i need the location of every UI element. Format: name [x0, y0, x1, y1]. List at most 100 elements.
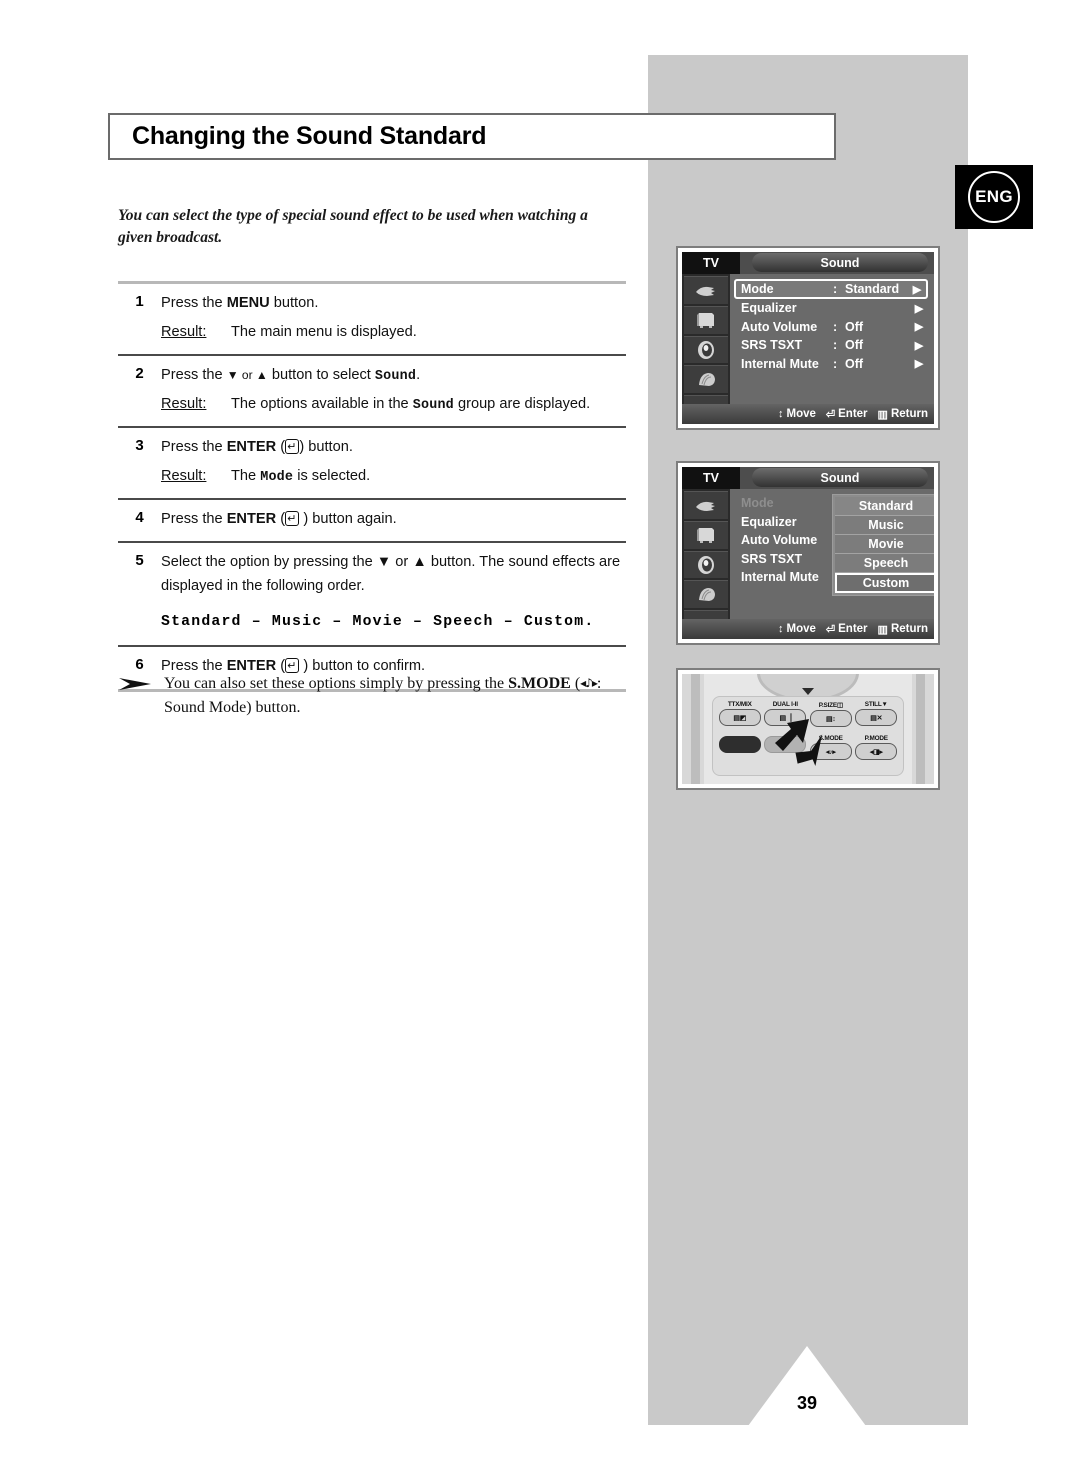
note-paren-open: (: [570, 675, 581, 692]
features-icon[interactable]: [684, 365, 728, 394]
remote-button-dual[interactable]: DUAL I-II ▤▕: [763, 701, 809, 735]
instruction-suffix: button.: [269, 295, 319, 311]
osd-row-auto-volume[interactable]: Auto Volume : Off ▶: [736, 318, 928, 337]
option-speech[interactable]: Speech: [835, 554, 934, 573]
step-2: 2 Press the ▼ or ▲ button to select Soun…: [118, 356, 626, 426]
remote-button-smode[interactable]: S.MODE ◂♪▸: [808, 735, 854, 769]
remote-button-blank-1[interactable]: [717, 735, 763, 769]
step-instruction: Press the ENTER (↵) button.: [161, 438, 353, 455]
result-prefix: The options available in the: [231, 395, 413, 412]
osd-row-internal-mute[interactable]: Internal Mute : Off ▶: [736, 355, 928, 374]
note-arrow-icon: [118, 672, 164, 720]
remote-button-ttxmix[interactable]: TTX/MIX ▤◩: [717, 701, 763, 735]
result-text: The Mode is selected.: [231, 465, 626, 489]
option-music[interactable]: Music: [835, 516, 934, 535]
step-number: 4: [135, 508, 144, 526]
row-label: Mode: [741, 496, 774, 511]
result-label: Result:: [161, 323, 207, 340]
option-custom[interactable]: Custom: [835, 573, 934, 593]
instruction-prefix: Press the: [161, 438, 227, 455]
osd-topbar: TV Sound: [682, 252, 934, 274]
intro-paragraph: You can select the type of special sound…: [118, 207, 588, 246]
smode-icon: ◂♪▸: [809, 743, 852, 760]
updown-arrow-icon: ↕: [778, 408, 784, 420]
button-label: P.MODE: [864, 735, 888, 742]
osd-tv-label: TV: [682, 467, 740, 489]
updown-arrow-icon: ▼ or ▲: [226, 367, 268, 382]
row-value: Off: [845, 338, 864, 353]
result-label: Result:: [161, 395, 207, 412]
sound-icon[interactable]: [684, 550, 728, 579]
result-suffix: group are displayed.: [453, 395, 591, 412]
step-number: 3: [135, 436, 144, 454]
step-body: Select the option by pressing the ▼ or ▲…: [161, 551, 626, 635]
input-source-icon[interactable]: [684, 276, 728, 304]
footer-label: Move: [786, 408, 816, 420]
instruction-prefix: Press the: [161, 295, 227, 311]
remote-control-illustration: TTX/MIX ▤◩ DUAL I-II ▤▕ P.SIZE◫ ▤↕ STILL…: [676, 668, 940, 790]
osd-row-mode[interactable]: Mode : Standard ▶: [734, 279, 928, 299]
menu-name-sound: Sound: [374, 368, 417, 384]
footer-move: ↕ Move: [778, 623, 816, 635]
updown-arrow-icon: ↕: [778, 623, 784, 635]
footer-enter: ⏎ Enter: [826, 623, 868, 636]
step-instruction: Select the option by pressing the ▼ or ▲…: [161, 554, 621, 594]
instruction-suffix: button again.: [308, 510, 397, 527]
enter-key-icon: ↵: [285, 510, 300, 526]
dual-icon: ▤▕: [764, 709, 807, 726]
note-prefix: You can also set these options simply by…: [164, 675, 509, 692]
osd-row-srs-tsxt[interactable]: SRS TSXT : Off ▶: [736, 336, 928, 355]
psize-label-icon: ◫: [836, 702, 843, 709]
enter-button-name: ENTER: [226, 438, 277, 455]
remote-button-psize[interactable]: P.SIZE◫ ▤↕: [808, 701, 854, 735]
remote-left-edge: [691, 674, 700, 784]
step-5: 5 Select the option by pressing the ▼ or…: [118, 543, 626, 645]
row-value: Off: [845, 356, 864, 371]
sound-icon[interactable]: [684, 335, 728, 364]
picture-icon[interactable]: [684, 305, 728, 334]
osd-category-sidebar: [682, 489, 730, 639]
remote-body: TTX/MIX ▤◩ DUAL I-II ▤▕ P.SIZE◫ ▤↕ STILL…: [704, 674, 912, 784]
instruction-period: .: [416, 366, 421, 383]
row-label: Internal Mute: [741, 356, 819, 371]
button-label: P.SIZE◫: [818, 702, 843, 709]
option-movie[interactable]: Movie: [835, 535, 934, 554]
step-instruction: Press the MENU button.: [161, 292, 626, 316]
footer-return: ▥ Return: [878, 623, 928, 636]
still-icon: ▤✕: [855, 709, 898, 726]
option-standard[interactable]: Standard: [835, 497, 934, 516]
note-text: You can also set these options simply by…: [164, 672, 638, 720]
button-label: TTX/MIX: [727, 701, 752, 708]
step-3: 3 Press the ENTER (↵) button. Result: Th…: [118, 428, 626, 498]
pmode-icon: ◂◨▸: [855, 743, 898, 760]
picture-icon[interactable]: [684, 520, 728, 549]
instruction-prefix: Press the: [161, 510, 227, 527]
step-instruction: Press the ▼ or ▲ button to select Sound.: [161, 364, 626, 388]
remote-button-blank-2[interactable]: [763, 735, 809, 769]
enter-key-icon: ⏎: [825, 408, 836, 421]
row-colon: :: [833, 319, 838, 334]
chevron-right-icon: ▶: [912, 283, 922, 296]
footer-enter: ⏎ Enter: [826, 408, 868, 421]
button-label: S.MODE: [818, 735, 843, 742]
enter-key-icon: ⏎: [825, 623, 836, 636]
language-badge-label: ENG: [968, 171, 1020, 223]
instruction-suffix: button.: [304, 438, 353, 455]
osd-row-equalizer[interactable]: Equalizer ▶: [736, 299, 928, 318]
osd-title: Sound: [752, 468, 928, 487]
chevron-right-icon: ▶: [914, 321, 924, 334]
language-badge: ENG: [955, 165, 1033, 229]
features-icon[interactable]: [684, 580, 728, 609]
button-label: DUAL I-II: [772, 701, 798, 708]
input-source-icon[interactable]: [684, 491, 728, 519]
remote-button-pmode[interactable]: P.MODE ◂◨▸: [854, 735, 900, 769]
remote-button-still[interactable]: STILL▼ ▤✕: [854, 701, 900, 735]
chevron-right-icon: ▶: [914, 302, 924, 315]
osd-rows: Mode : Standard ▶ Equalizer ▶ Auto Volum…: [730, 274, 934, 424]
step-instruction: Press the ENTER (↵ ) button again.: [161, 510, 397, 527]
row-label: Equalizer: [741, 514, 797, 529]
step-number: 5: [135, 552, 144, 570]
step-body: Press the ENTER (↵) button. Result: The …: [161, 436, 626, 488]
result-label: Result:: [161, 467, 207, 484]
osd-sound-menu-mode-open: TV Sound Mode Equalizer Auto Volume SRS …: [676, 461, 940, 645]
